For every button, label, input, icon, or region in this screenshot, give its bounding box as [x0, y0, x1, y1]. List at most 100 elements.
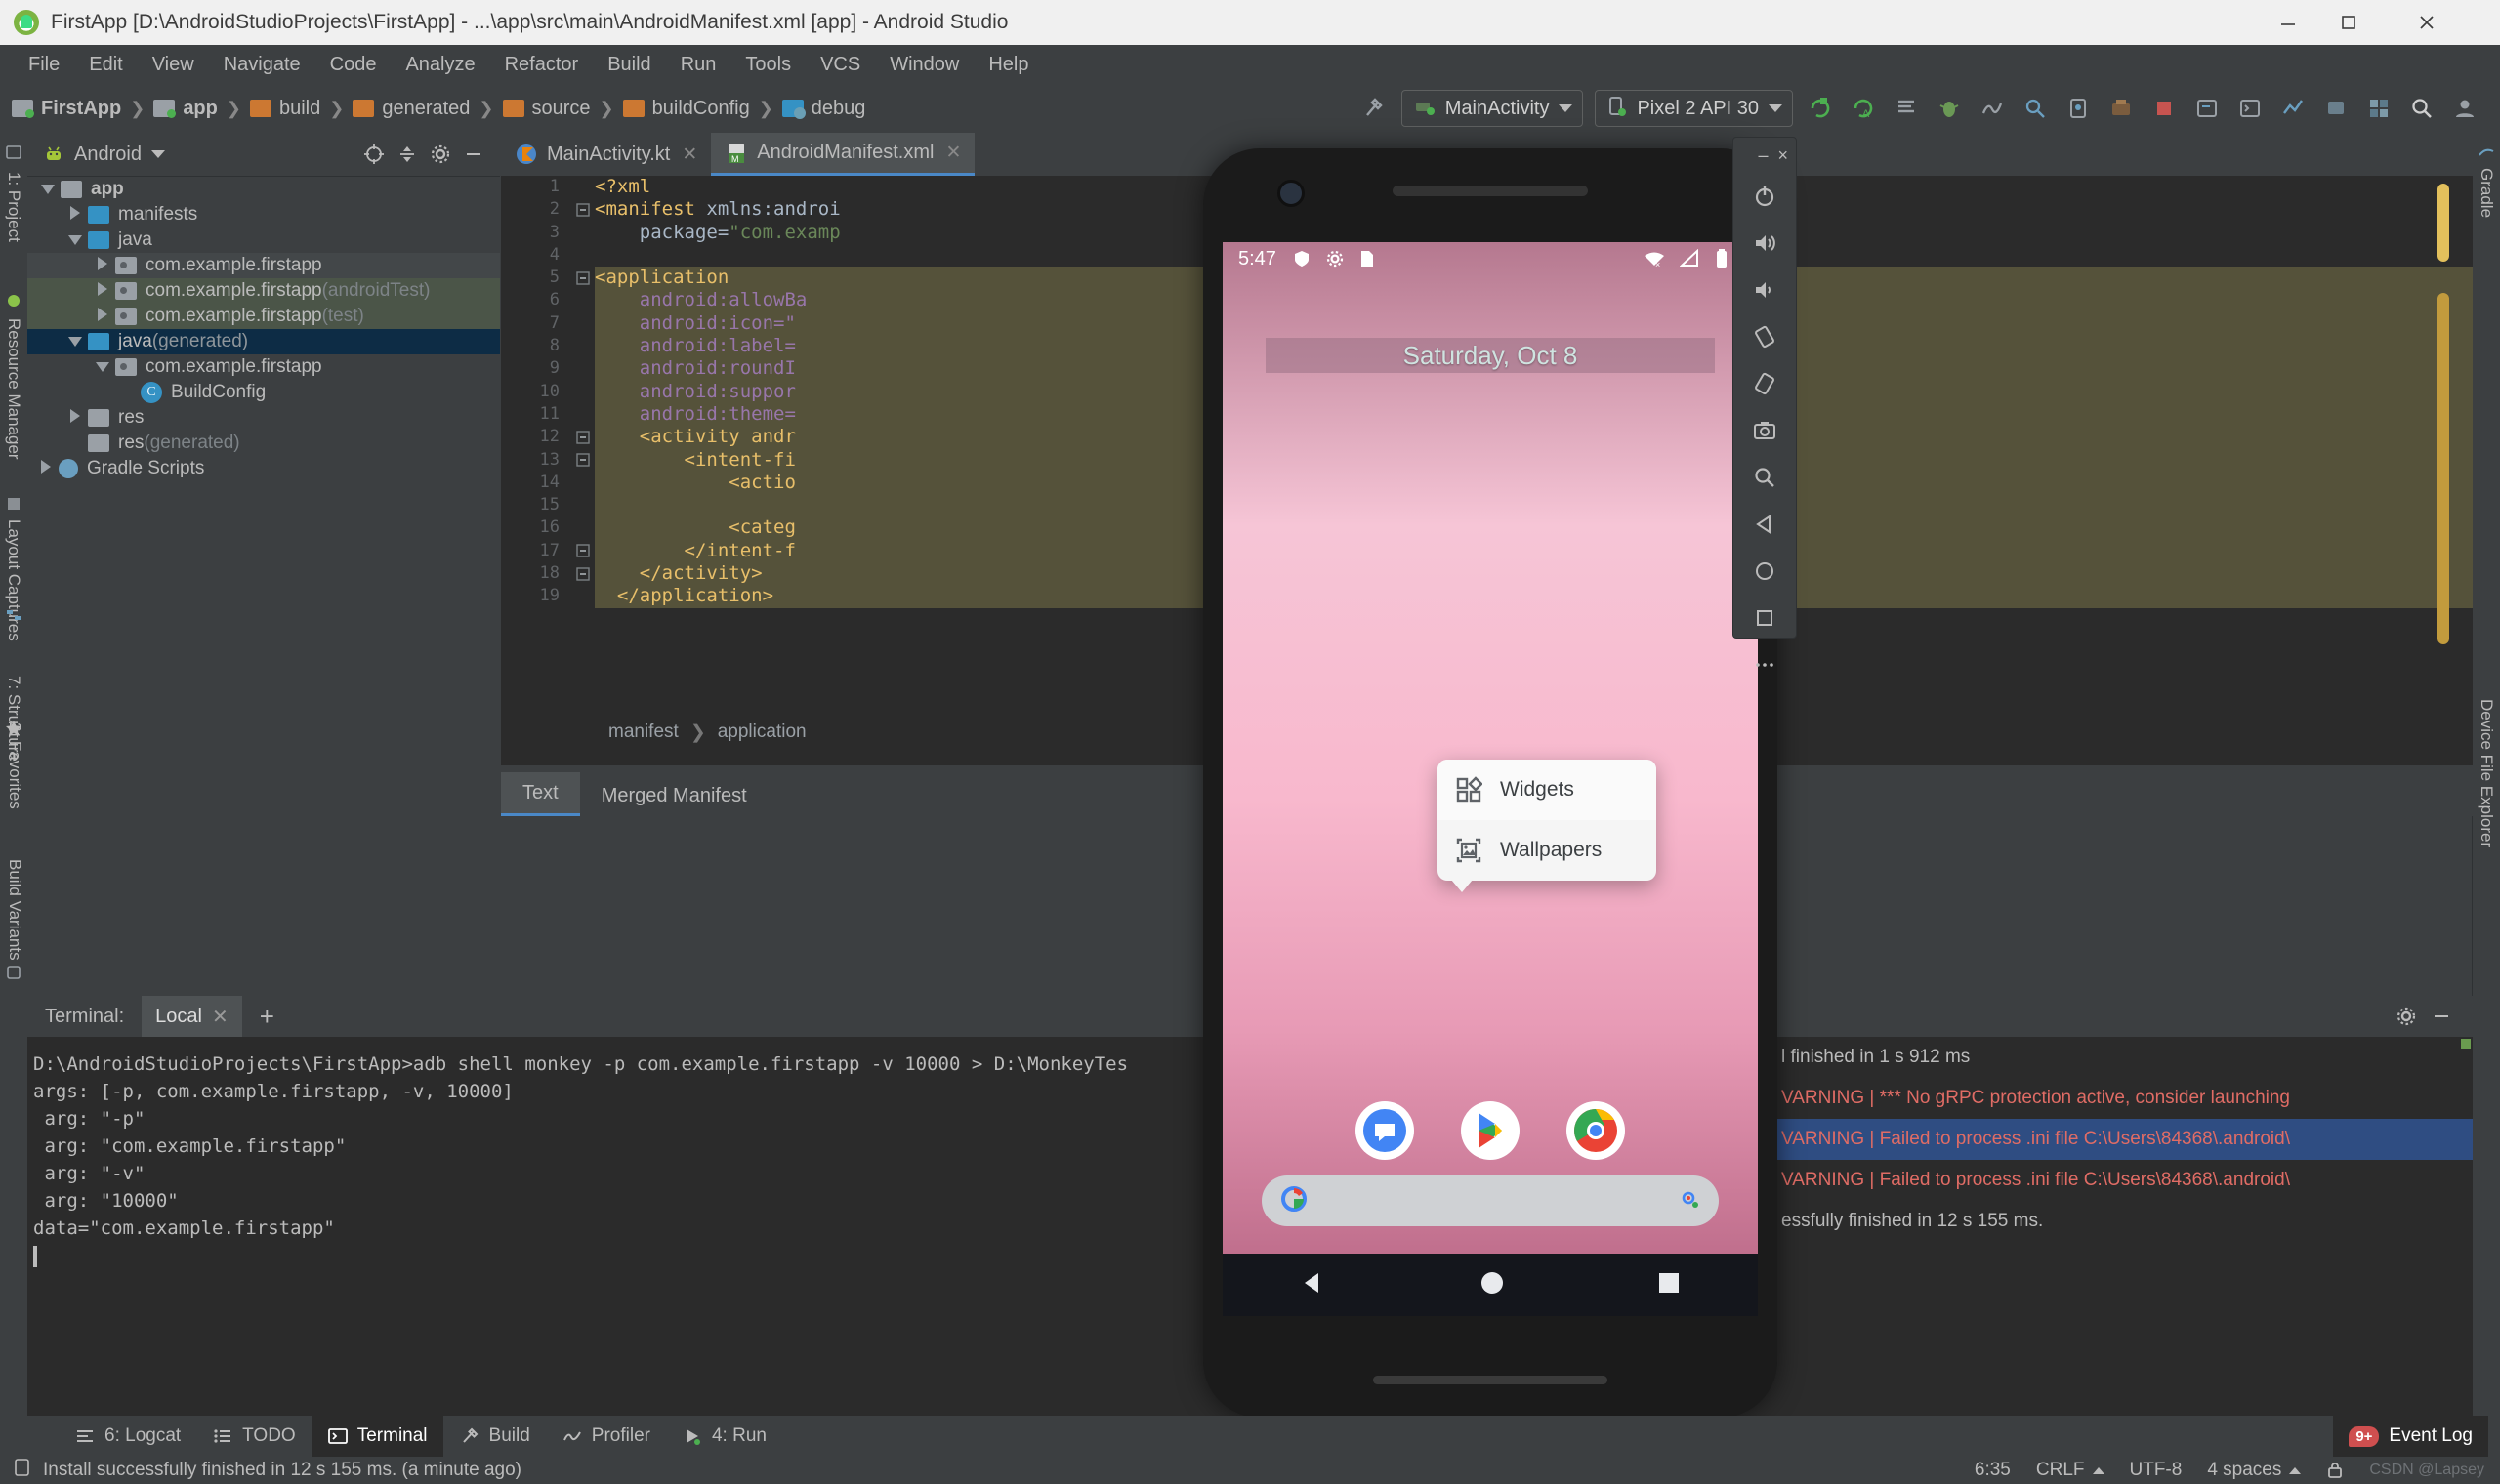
zoom-icon[interactable]	[1733, 454, 1796, 501]
account-icon[interactable]	[2446, 90, 2483, 127]
project-structure-icon[interactable]	[2360, 90, 2397, 127]
editor-tab-mainactivity[interactable]: MainActivity.kt ✕	[501, 133, 711, 176]
left-strip-item-project[interactable]: 1: Project	[4, 172, 23, 242]
twisty-right-icon[interactable]	[33, 458, 59, 479]
hide-panel-icon[interactable]	[457, 138, 490, 171]
volume-down-icon[interactable]	[1733, 267, 1796, 313]
twisty-down-icon[interactable]	[62, 331, 88, 352]
chevron-down-icon[interactable]	[151, 150, 165, 158]
breadcrumb-application[interactable]: application	[718, 721, 807, 743]
tree-row-package-test[interactable]: com.example.firstapp (test)	[27, 304, 500, 329]
volume-up-icon[interactable]	[1733, 220, 1796, 267]
layout-inspector-icon[interactable]	[2017, 90, 2054, 127]
logcat-window-icon[interactable]	[2188, 90, 2226, 127]
right-strip-item-gradle[interactable]: Gradle	[2477, 168, 2496, 218]
home-icon[interactable]	[1733, 548, 1796, 595]
project-view-selector-label[interactable]: Android	[74, 144, 142, 166]
avd-manager-icon[interactable]	[2060, 90, 2097, 127]
tree-row-app[interactable]: app	[27, 177, 500, 202]
sdk-manager-icon[interactable]	[2103, 90, 2140, 127]
menu-item-help[interactable]: Help	[974, 54, 1043, 76]
menu-item-navigate[interactable]: Navigate	[209, 54, 315, 76]
tree-row-res-generated[interactable]: res (generated)	[27, 431, 500, 456]
breadcrumb-item-app[interactable]: app	[153, 98, 218, 120]
chrome-icon[interactable]	[1566, 1101, 1625, 1160]
close-icon[interactable]: ✕	[945, 142, 961, 164]
tree-row-manifests[interactable]: manifests	[27, 202, 500, 227]
tab-text[interactable]: Text	[501, 772, 580, 816]
tree-row-package-generated[interactable]: com.example.firstapp	[27, 354, 500, 380]
twisty-right-icon[interactable]	[90, 306, 115, 327]
menu-item-vcs[interactable]: VCS	[806, 54, 875, 76]
recents-nav-icon[interactable]	[1656, 1270, 1682, 1300]
terminal-window-icon[interactable]	[2231, 90, 2269, 127]
twisty-down-icon[interactable]	[90, 356, 115, 378]
analyze-chart-icon[interactable]	[2274, 90, 2312, 127]
toolwindow-run[interactable]: 4: Run	[666, 1416, 782, 1457]
menu-item-refactor[interactable]: Refactor	[490, 54, 594, 76]
fold-minus-icon[interactable]	[571, 540, 595, 562]
terminal-session-tab-local[interactable]: Local ✕	[142, 996, 242, 1037]
build-hammer-icon[interactable]	[1355, 90, 1393, 127]
left-strip-item-resource-manager[interactable]: Resource Manager	[4, 318, 23, 460]
toolwindow-logcat[interactable]: 6: Logcat	[59, 1416, 196, 1457]
event-log-button[interactable]: 9+ Event Log	[2333, 1416, 2488, 1457]
rotate-right-icon[interactable]	[1733, 360, 1796, 407]
twisty-right-icon[interactable]	[62, 407, 88, 429]
menu-item-build[interactable]: Build	[593, 54, 665, 76]
tree-row-package-main[interactable]: com.example.firstapp	[27, 253, 500, 278]
structure-icon[interactable]	[0, 603, 27, 627]
line-separator-selector[interactable]: CRLF	[2036, 1460, 2104, 1481]
breadcrumb-item-buildconfig[interactable]: buildConfig	[623, 98, 750, 120]
log-line-selected[interactable]: VARNING | Failed to process .ini file C:…	[1775, 1119, 2473, 1160]
fold-minus-icon[interactable]	[571, 267, 595, 289]
run-configuration-selector[interactable]: MainActivity	[1401, 90, 1584, 127]
home-nav-icon[interactable]	[1479, 1270, 1505, 1300]
screenshot-icon[interactable]	[1733, 407, 1796, 454]
fold-minus-icon[interactable]	[571, 562, 595, 585]
menu-item-window[interactable]: Window	[875, 54, 974, 76]
twisty-down-icon[interactable]	[62, 229, 88, 251]
tree-row-java-generated[interactable]: java (generated)	[27, 329, 500, 354]
run-app-icon[interactable]	[1802, 90, 1839, 127]
emulator-minimize-button[interactable]: –	[1758, 145, 1768, 166]
collapse-all-icon[interactable]	[391, 138, 424, 171]
play-store-icon[interactable]	[1461, 1101, 1520, 1160]
apply-changes-icon[interactable]: A	[1845, 90, 1882, 127]
google-search-bar[interactable]	[1262, 1175, 1719, 1226]
overview-icon[interactable]	[1733, 595, 1796, 641]
fold-minus-icon[interactable]	[571, 426, 595, 448]
twisty-right-icon[interactable]	[90, 280, 115, 302]
close-icon[interactable]: ✕	[682, 144, 697, 166]
gradle-icon[interactable]	[2473, 141, 2500, 164]
popup-item-widgets[interactable]: Widgets	[1438, 760, 1656, 820]
google-lens-icon[interactable]	[1676, 1186, 1701, 1216]
settings-gear-icon[interactable]	[2389, 999, 2424, 1034]
more-icon[interactable]	[1733, 641, 1796, 688]
editor-scrollbar[interactable]	[2438, 293, 2449, 644]
debug-bug-icon[interactable]	[1931, 90, 1968, 127]
toolwindow-profiler[interactable]: Profiler	[546, 1416, 666, 1457]
emulator-screen[interactable]: 5:47 ×	[1223, 242, 1758, 1254]
indent-selector[interactable]: 4 spaces	[2207, 1460, 2301, 1481]
right-strip-item-device-file-explorer[interactable]: Device File Explorer	[2477, 699, 2496, 847]
resource-manager-icon[interactable]	[0, 289, 27, 312]
layout-captures-icon[interactable]	[0, 492, 27, 515]
breadcrumb-item-firstapp[interactable]: FirstApp	[12, 98, 121, 120]
rotate-left-icon[interactable]	[1733, 313, 1796, 360]
tree-row-java[interactable]: java	[27, 227, 500, 253]
close-icon[interactable]: ✕	[212, 1005, 229, 1029]
popup-item-wallpapers[interactable]: Wallpapers	[1438, 820, 1656, 881]
toolwindow-terminal[interactable]: Terminal	[312, 1416, 443, 1457]
menu-item-view[interactable]: View	[138, 54, 209, 76]
window-maximize-button[interactable]	[2318, 0, 2379, 45]
twisty-right-icon[interactable]	[62, 204, 88, 226]
power-icon[interactable]	[1733, 173, 1796, 220]
twisty-right-icon[interactable]	[90, 255, 115, 276]
breadcrumb-item-debug[interactable]: debug	[782, 98, 866, 120]
toolwindow-todo[interactable]: TODO	[196, 1416, 312, 1457]
tree-row-res[interactable]: res	[27, 405, 500, 431]
lock-icon[interactable]	[2326, 1461, 2344, 1480]
fold-minus-icon[interactable]	[571, 449, 595, 472]
messages-icon[interactable]	[1355, 1101, 1414, 1160]
